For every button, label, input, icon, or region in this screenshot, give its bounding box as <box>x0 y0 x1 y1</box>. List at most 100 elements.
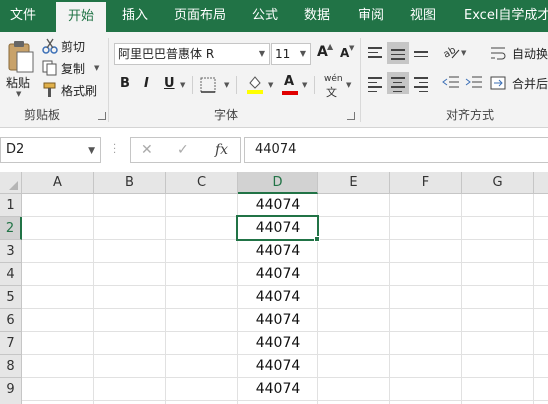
insert-function-icon[interactable]: fx <box>215 142 228 158</box>
tab-page-layout[interactable]: 页面布局 <box>174 0 226 32</box>
tab-insert[interactable]: 插入 <box>122 0 148 32</box>
row-header-6[interactable]: 6 <box>0 309 22 332</box>
shrink-font-button[interactable]: A <box>340 46 349 60</box>
copy-button[interactable]: 复制 ▼ <box>42 59 102 77</box>
cell-d8[interactable]: 44074 <box>238 355 318 378</box>
border-dropdown-icon[interactable]: ▼ <box>224 81 229 89</box>
column-header-overflow[interactable] <box>534 172 548 194</box>
bottom-align-button[interactable] <box>410 42 432 64</box>
select-all-button[interactable] <box>0 172 22 194</box>
cancel-icon[interactable]: ✕ <box>141 142 153 158</box>
tab-file[interactable]: 文件 <box>10 0 36 32</box>
formula-input[interactable]: 44074 <box>244 137 548 163</box>
row-header-4[interactable]: 4 <box>0 263 22 286</box>
copy-label: 复制 <box>61 62 86 76</box>
cell-d3[interactable]: 44074 <box>238 240 318 263</box>
column-header-b[interactable]: B <box>94 172 166 194</box>
paste-label: 粘贴 <box>6 76 31 90</box>
clipboard-launcher-icon[interactable] <box>98 112 106 120</box>
align-right-button[interactable] <box>410 72 432 94</box>
top-align-button[interactable] <box>364 42 386 64</box>
divider <box>314 76 315 94</box>
fill-color-icon[interactable] <box>246 74 264 94</box>
italic-button[interactable]: I <box>144 76 149 91</box>
font-color-swatch <box>282 91 298 95</box>
border-icon[interactable] <box>200 77 216 93</box>
orientation-button[interactable]: ab ▼ <box>442 44 468 62</box>
row-header-9[interactable]: 9 <box>0 378 22 404</box>
paste-button[interactable]: 粘贴 ▼ <box>4 36 36 102</box>
cut-button[interactable]: 剪切 <box>42 37 92 55</box>
paste-icon <box>8 41 34 73</box>
clipboard-group-label: 剪贴板 <box>24 108 61 122</box>
row-header-8[interactable]: 8 <box>0 355 22 378</box>
font-launcher-icon[interactable] <box>347 112 355 120</box>
column-header-a[interactable]: A <box>22 172 94 194</box>
cell-d4[interactable]: 44074 <box>238 263 318 286</box>
font-name-select[interactable]: 阿里巴巴普惠体 R ▼ <box>114 43 270 65</box>
divider <box>236 76 237 94</box>
merge-center-button[interactable]: 合并后 <box>490 74 548 92</box>
gridline <box>461 194 462 404</box>
bold-button[interactable]: B <box>120 76 130 91</box>
row-header-5[interactable]: 5 <box>0 286 22 309</box>
tab-review[interactable]: 审阅 <box>358 0 384 32</box>
merge-center-label: 合并后 <box>512 77 548 91</box>
align-left-icon <box>368 77 382 95</box>
increase-indent-button[interactable] <box>463 72 485 94</box>
caret-up-icon: ▲ <box>327 42 334 51</box>
enter-icon[interactable]: ✓ <box>177 142 189 158</box>
column-header-d[interactable]: D <box>238 172 318 194</box>
tab-excel-zixue[interactable]: Excel自学成才 <box>464 0 548 32</box>
font-name-value: 阿里巴巴普惠体 R <box>118 47 215 61</box>
copy-dropdown-icon[interactable]: ▼ <box>94 64 99 72</box>
wrap-text-button[interactable]: 自动换 <box>490 44 548 62</box>
row-header-2[interactable]: 2 <box>0 217 22 240</box>
cell-d7[interactable]: 44074 <box>238 332 318 355</box>
phonetic-dropdown-icon[interactable]: ▼ <box>346 81 351 89</box>
paintbrush-icon <box>43 82 56 97</box>
paste-dropdown-icon[interactable]: ▼ <box>16 90 21 98</box>
svg-text:ab: ab <box>442 45 458 60</box>
row-header-3[interactable]: 3 <box>0 240 22 263</box>
row-header-1[interactable]: 1 <box>0 194 22 217</box>
column-header-g[interactable]: G <box>462 172 534 194</box>
format-painter-button[interactable]: 格式刷 <box>42 81 100 99</box>
font-color-button[interactable]: A <box>284 74 294 89</box>
tab-view[interactable]: 视图 <box>410 0 436 32</box>
font-size-select[interactable]: 11 ▼ <box>271 43 311 65</box>
align-center-button[interactable] <box>387 72 409 94</box>
tab-formulas[interactable]: 公式 <box>252 0 278 32</box>
decrease-indent-button[interactable] <box>440 72 462 94</box>
cell-d5[interactable]: 44074 <box>238 286 318 309</box>
align-right-icon <box>414 77 428 95</box>
name-box[interactable]: D2 ▼ <box>0 137 101 163</box>
fill-handle[interactable] <box>314 236 320 242</box>
row-header-7[interactable]: 7 <box>0 332 22 355</box>
copy-icon <box>42 60 57 76</box>
gridline <box>533 194 534 404</box>
column-header-f[interactable]: F <box>390 172 462 194</box>
align-left-button[interactable] <box>364 72 386 94</box>
increase-indent-icon <box>465 76 482 88</box>
gridline <box>93 194 94 404</box>
cell-d9[interactable]: 44074 <box>238 378 318 401</box>
font-color-dropdown-icon[interactable]: ▼ <box>302 81 307 89</box>
tab-home[interactable]: 开始 <box>56 0 106 32</box>
tab-data[interactable]: 数据 <box>304 0 330 32</box>
phonetic-guide-button[interactable]: wén <box>324 74 343 84</box>
format-painter-label: 格式刷 <box>61 84 98 98</box>
underline-button[interactable]: U <box>164 76 175 91</box>
cell-d1[interactable]: 44074 <box>238 194 318 217</box>
orientation-dropdown-icon: ▼ <box>461 49 467 57</box>
column-header-c[interactable]: C <box>166 172 238 194</box>
text-orientation-icon: ab <box>442 45 460 60</box>
font-group-label: 字体 <box>214 108 239 122</box>
column-header-e[interactable]: E <box>318 172 390 194</box>
underline-dropdown-icon[interactable]: ▼ <box>180 81 185 89</box>
cell-d6[interactable]: 44074 <box>238 309 318 332</box>
formula-bar-grip-icon[interactable]: · · · <box>113 141 116 159</box>
middle-align-button[interactable] <box>387 42 409 64</box>
fill-color-dropdown-icon[interactable]: ▼ <box>268 81 273 89</box>
align-top-icon <box>368 47 382 61</box>
